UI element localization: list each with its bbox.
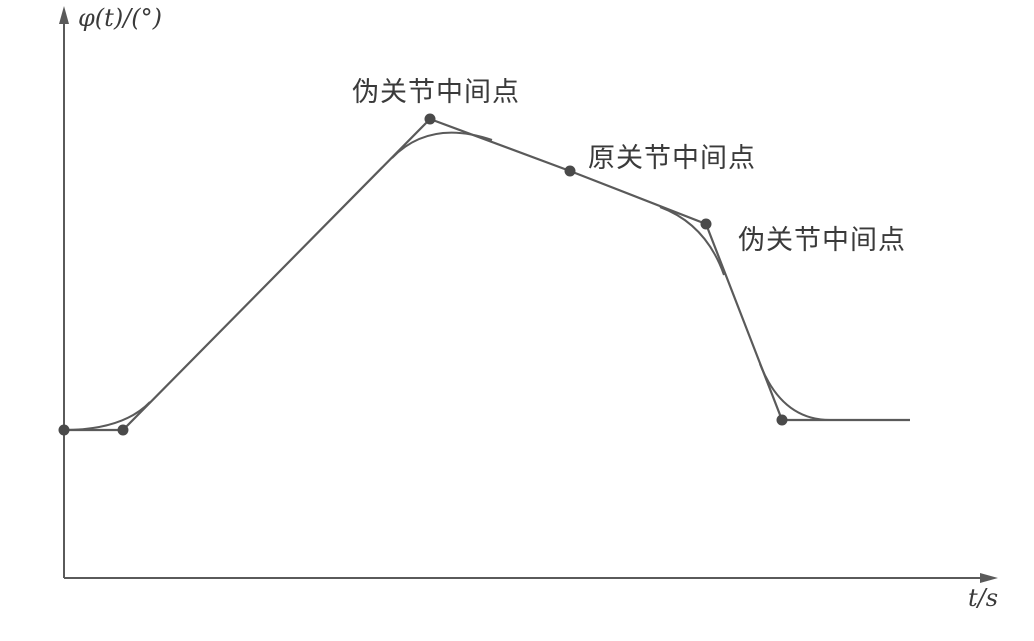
arrow-up-icon [59, 6, 69, 24]
annotation-pseudo-via-top: 伪关节中间点 [352, 77, 520, 108]
start-point [58, 424, 70, 436]
pseudo-via-point-end [776, 414, 788, 426]
blend-top [391, 131, 493, 159]
linear-segments [64, 117, 910, 432]
trajectory-diagram: φ(t)/(°) t/s 伪关节中间点 原关节中间点 伪关节中间点 [0, 0, 1034, 636]
arrow-right-icon [980, 573, 998, 583]
pseudo-via-point-right [700, 218, 712, 230]
y-axis-label: φ(t)/(°) [78, 4, 162, 32]
blend-right [659, 206, 725, 276]
pseudo-via-point-top [424, 113, 436, 125]
annotation-original-via: 原关节中间点 [588, 143, 756, 174]
original-via-point [564, 165, 576, 177]
annotation-pseudo-via-right: 伪关节中间点 [738, 225, 906, 256]
pseudo-via-point-start [117, 424, 129, 436]
x-axis-label: t/s [968, 584, 999, 612]
